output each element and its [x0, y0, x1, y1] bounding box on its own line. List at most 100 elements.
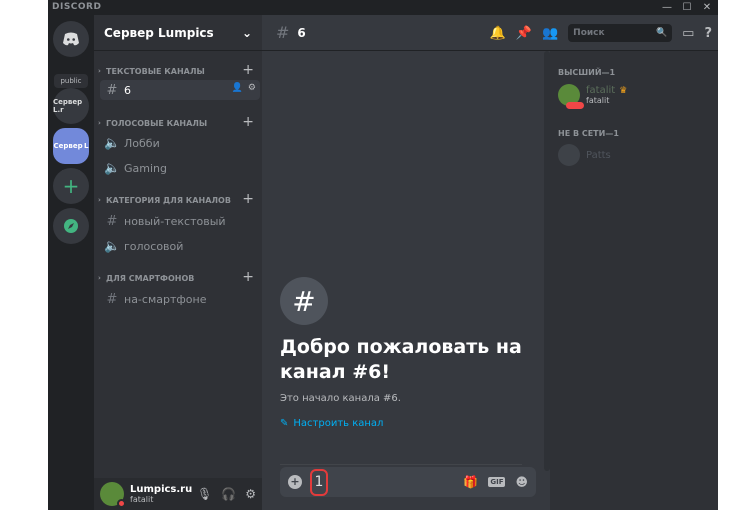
hash-icon: # — [106, 213, 118, 229]
pin-icon[interactable]: 📌 — [516, 26, 532, 41]
hash-icon: # — [106, 291, 118, 307]
message-composer[interactable]: + 1 🎁 GIF ☻ — [280, 467, 536, 497]
close-button[interactable]: ✕ — [698, 0, 716, 15]
channel-lobby[interactable]: 🔈 Лобби — [100, 133, 260, 153]
create-channel-icon[interactable]: + — [242, 62, 254, 78]
create-channel-icon[interactable]: + — [242, 269, 254, 285]
category-label: КАТЕГОРИЯ ДЛЯ КАНАЛОВ — [106, 195, 231, 205]
gift-icon[interactable]: 🎁 — [463, 475, 478, 489]
category-smartphones[interactable]: › ДЛЯ СМАРТФОНОВ + — [98, 269, 258, 285]
user-tag: fatalit — [130, 495, 154, 504]
chevron-icon: › — [98, 67, 101, 75]
inbox-icon[interactable]: ▭ — [682, 26, 694, 41]
chevron-icon: › — [98, 274, 101, 282]
channel-6[interactable]: # 6 👤 ⚙ — [100, 80, 260, 100]
bell-icon[interactable]: 🔔 — [490, 26, 506, 41]
channel-label: голосовой — [124, 239, 184, 253]
explore-servers-button[interactable] — [53, 208, 89, 244]
emoji-icon[interactable]: ☻ — [515, 475, 528, 489]
role-header-offline: НЕ В СЕТИ—1 — [558, 129, 619, 138]
avatar — [558, 144, 580, 166]
create-channel-icon[interactable]: + — [242, 114, 254, 130]
category-text-channels[interactable]: › ТЕКСТОВЫЕ КАНАЛЫ + — [98, 62, 258, 78]
speaker-icon: 🔈 — [104, 238, 121, 254]
chat-area: # 6 🔔 📌 👥 Поиск 🔍 ▭ ? # Добро пожаловать… — [262, 15, 718, 510]
home-button[interactable] — [53, 21, 89, 57]
server-icon-lumpics-ru[interactable]: Сервер L.r — [53, 88, 89, 124]
avatar[interactable] — [100, 482, 126, 508]
help-icon[interactable]: ? — [704, 26, 712, 41]
add-server-button[interactable]: + — [53, 168, 89, 204]
role-header-highest: ВЫСШИЙ—1 — [558, 68, 616, 77]
username: Lumpics.ru — [130, 484, 193, 495]
plus-icon: + — [62, 174, 80, 198]
server-icon-lumpics-active[interactable]: Сервер L — [53, 128, 89, 164]
create-channel-icon[interactable]: + — [242, 191, 254, 207]
chevron-down-icon: ⌄ — [241, 25, 252, 40]
welcome-title: Добро пожаловать на канал #6! — [280, 336, 522, 383]
minimize-button[interactable]: — — [658, 0, 676, 15]
composer-tools: 🎁 GIF ☻ — [463, 475, 528, 489]
member-status: fatalit — [586, 96, 610, 105]
discord-logo-icon — [63, 32, 79, 46]
category-for-channels[interactable]: › КАТЕГОРИЯ ДЛЯ КАНАЛОВ + — [98, 191, 258, 207]
category-voice-channels[interactable]: › ГОЛОСОВЫЕ КАНАЛЫ + — [98, 114, 258, 130]
divider — [280, 464, 522, 465]
setup-channel-link[interactable]: ✎ Настроить канал — [280, 418, 540, 429]
member-fatalit[interactable]: fatalit ♛ fatalit — [558, 82, 708, 109]
gear-icon[interactable]: ⚙ — [248, 83, 256, 93]
user-info: Lumpics.ru fatalit — [130, 484, 192, 504]
gear-icon[interactable]: ⚙ — [245, 487, 256, 501]
welcome-subtitle: Это начало канала #6. — [280, 393, 401, 404]
discord-window: DISCORD — ☐ ✕ public Сервер L.r Сервер L… — [48, 0, 718, 510]
member-name: Patts — [586, 149, 611, 161]
app-brand: DISCORD — [52, 2, 102, 12]
speaker-icon: 🔈 — [104, 160, 121, 176]
channel-label: Gaming — [124, 161, 167, 175]
channel-welcome: # Добро пожаловать на канал #6! Это нача… — [280, 277, 540, 429]
member-list: ВЫСШИЙ—1 fatalit ♛ fatalit НЕ В СЕТИ—1 Pa… — [550, 51, 718, 510]
invite-icon[interactable]: 👤 — [232, 83, 243, 93]
guild-header[interactable]: Сервер Lumpics ⌄ — [94, 15, 262, 51]
channel-label: на-смартфоне — [124, 292, 207, 306]
member-name: fatalit ♛ — [586, 85, 628, 96]
channel-sidebar: Сервер Lumpics ⌄ › ТЕКСТОВЫЕ КАНАЛЫ + # … — [94, 15, 262, 510]
speaker-icon: 🔈 — [104, 135, 121, 151]
title-bar: DISCORD — ☐ ✕ — [48, 0, 718, 15]
headphones-icon[interactable]: 🎧 — [221, 487, 236, 501]
dnd-status-icon — [566, 102, 584, 109]
channel-voice[interactable]: 🔈 голосовой — [100, 236, 260, 256]
member-info: Patts — [586, 150, 611, 161]
channel-label: новый-текстовый — [124, 214, 226, 228]
chevron-icon: › — [98, 196, 101, 204]
category-label: ТЕКСТОВЫЕ КАНАЛЫ — [106, 66, 205, 76]
add-attachment-icon[interactable]: + — [288, 475, 302, 489]
category-label: ДЛЯ СМАРТФОНОВ — [106, 273, 195, 283]
hash-icon: # — [280, 277, 328, 325]
crown-icon: ♛ — [619, 86, 628, 96]
hash-icon: # — [106, 82, 118, 98]
channel-tools: 👤 ⚙ — [232, 83, 256, 93]
search-icon: 🔍 — [655, 28, 668, 38]
user-panel: Lumpics.ru fatalit 🎙 🎧 ⚙ — [94, 478, 262, 510]
microphone-icon[interactable]: 🎙 — [197, 487, 212, 501]
compass-icon — [64, 219, 78, 233]
channel-on-smartphone[interactable]: # на-смартфоне — [100, 289, 260, 309]
avatar — [558, 84, 584, 109]
maximize-button[interactable]: ☐ — [678, 0, 696, 15]
channel-header: # 6 🔔 📌 👥 Поиск 🔍 ▭ ? — [262, 15, 718, 51]
channel-label: 6 — [124, 83, 131, 97]
members-icon[interactable]: 👥 — [542, 26, 558, 41]
user-controls: 🎙 🎧 ⚙ — [197, 487, 256, 501]
setup-link-label: Настроить канал — [293, 418, 384, 429]
channel-new-text[interactable]: # новый-текстовый — [100, 211, 260, 231]
search-placeholder: Поиск — [573, 28, 605, 38]
search-input[interactable]: Поиск 🔍 — [568, 24, 673, 42]
channel-gaming[interactable]: 🔈 Gaming — [100, 158, 260, 178]
public-label: public — [54, 74, 88, 88]
message-input[interactable]: 1 — [310, 468, 328, 496]
guild-name: Сервер Lumpics — [104, 25, 214, 40]
gif-button[interactable]: GIF — [488, 477, 506, 487]
header-toolbar: 🔔 📌 👥 Поиск 🔍 ▭ ? — [490, 24, 712, 42]
member-patts[interactable]: Patts — [558, 142, 708, 168]
